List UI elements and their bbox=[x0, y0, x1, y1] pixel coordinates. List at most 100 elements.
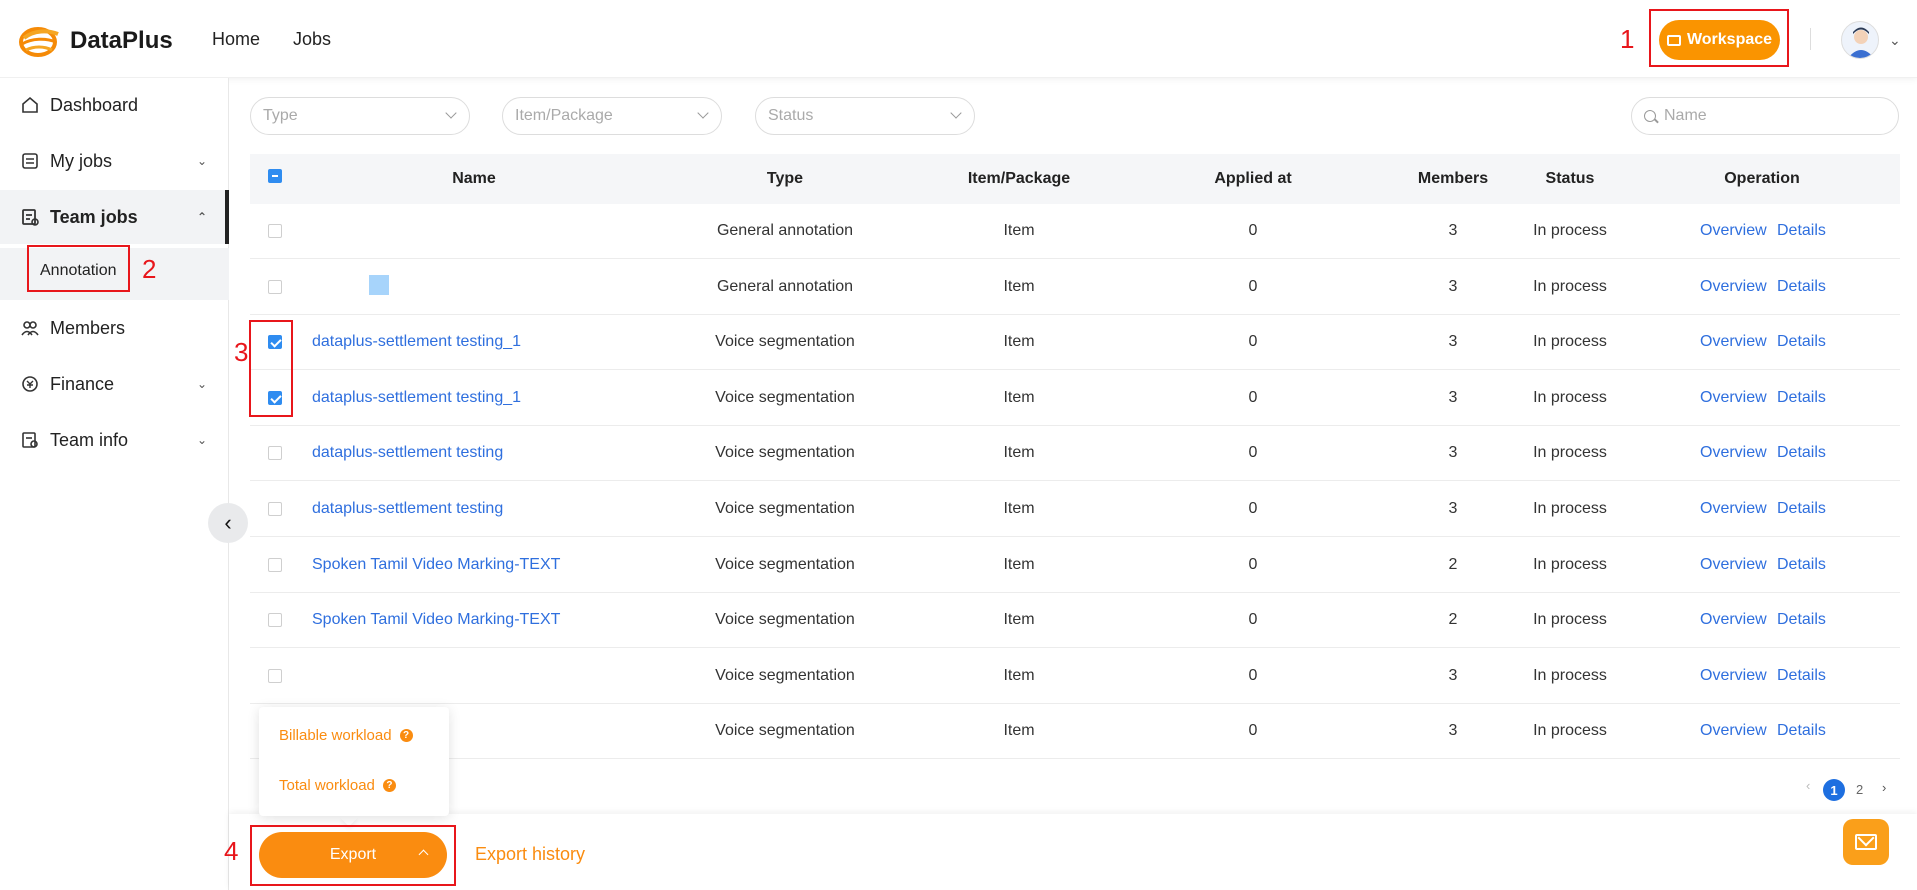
table-header: Name Type Item/Package Applied at Member… bbox=[250, 154, 1900, 204]
row-checkbox[interactable] bbox=[268, 557, 282, 572]
pagination-page-current[interactable]: 1 bbox=[1823, 779, 1845, 801]
sidebar-item-dashboard[interactable]: Dashboard bbox=[0, 78, 229, 132]
details-link[interactable]: Details bbox=[1777, 333, 1826, 351]
cell-type: General annotation bbox=[716, 222, 854, 239]
menu-item-billable-workload[interactable]: Billable workload ? bbox=[279, 727, 413, 744]
chevron-left-icon: ‹ bbox=[224, 510, 232, 535]
pagination-prev[interactable]: ‹ bbox=[1806, 778, 1810, 793]
name-search[interactable] bbox=[1631, 97, 1899, 135]
details-link[interactable]: Details bbox=[1777, 278, 1826, 296]
cell-type: Voice segmentation bbox=[715, 388, 855, 406]
name-search-input[interactable] bbox=[1664, 107, 1884, 125]
cell-type: Voice segmentation bbox=[715, 611, 855, 629]
details-link[interactable]: Details bbox=[1777, 500, 1826, 518]
overview-link[interactable]: Overview bbox=[1700, 722, 1767, 740]
col-status[interactable]: Status bbox=[1546, 170, 1595, 188]
sidebar-item-label: Team jobs bbox=[50, 206, 138, 227]
user-avatar-icon bbox=[1848, 27, 1874, 58]
help-icon[interactable]: ? bbox=[399, 729, 413, 742]
col-item-package[interactable]: Item/Package bbox=[968, 170, 1070, 188]
col-name[interactable]: Name bbox=[452, 170, 496, 188]
menu-item-total-workload[interactable]: Total workload ? bbox=[279, 777, 396, 794]
col-applied-at[interactable]: Applied at bbox=[1214, 170, 1291, 188]
details-link[interactable]: Details bbox=[1777, 722, 1826, 740]
col-members[interactable]: Members bbox=[1418, 170, 1488, 188]
row-checkbox[interactable] bbox=[268, 613, 282, 628]
team-jobs-icon bbox=[22, 209, 39, 226]
overview-link[interactable]: Overview bbox=[1700, 222, 1767, 240]
sidebar-item-my-jobs[interactable]: My jobs ⌄ bbox=[0, 134, 229, 188]
overview-link[interactable]: Overview bbox=[1700, 556, 1767, 574]
brand-logo[interactable]: DataPlus bbox=[18, 24, 173, 58]
row-checkbox[interactable] bbox=[268, 224, 282, 238]
row-checkbox[interactable] bbox=[268, 446, 282, 461]
overview-link[interactable]: Overview bbox=[1700, 278, 1767, 296]
nav-jobs[interactable]: Jobs bbox=[293, 29, 331, 50]
details-link[interactable]: Details bbox=[1777, 444, 1826, 462]
cell-name-link[interactable]: dataplus-settlement testing bbox=[312, 500, 503, 518]
overview-link[interactable]: Overview bbox=[1700, 500, 1767, 518]
details-link[interactable]: Details bbox=[1777, 611, 1826, 629]
cell-item-package: Item bbox=[1003, 388, 1035, 406]
col-type[interactable]: Type bbox=[767, 170, 803, 188]
chevron-down-icon[interactable]: ⌄ bbox=[1889, 32, 1901, 49]
overview-link[interactable]: Overview bbox=[1700, 667, 1767, 685]
cell-name-link[interactable]: dataplus-settlement testing_1 bbox=[312, 333, 521, 351]
cell-status: In process bbox=[1533, 555, 1607, 573]
cell-status: In process bbox=[1533, 722, 1607, 740]
cell-type: Voice segmentation bbox=[715, 444, 855, 462]
overview-link[interactable]: Overview bbox=[1700, 333, 1767, 351]
help-icon[interactable]: ? bbox=[382, 779, 396, 792]
avatar[interactable] bbox=[1841, 21, 1879, 59]
cell-status: In process bbox=[1533, 222, 1607, 239]
cell-name-link[interactable]: dataplus-settlement testing_1 bbox=[312, 389, 521, 407]
cell-name-link[interactable]: Spoken Tamil Video Marking-TEXT bbox=[312, 611, 560, 629]
row-checkbox[interactable] bbox=[268, 279, 282, 294]
cell-item-package: Item bbox=[1003, 222, 1035, 239]
export-history-link[interactable]: Export history bbox=[475, 844, 585, 865]
cell-status: In process bbox=[1533, 611, 1607, 629]
sidebar-item-label: Members bbox=[50, 317, 126, 338]
pagination-next[interactable]: › bbox=[1882, 780, 1886, 795]
cell-name-link[interactable]: dataplus-settlement testing bbox=[312, 444, 503, 462]
overview-link[interactable]: Overview bbox=[1700, 389, 1767, 407]
chevron-up-icon: ⌃ bbox=[197, 210, 208, 224]
cell-applied-at: 0 bbox=[1248, 500, 1258, 517]
pagination-page-2[interactable]: 2 bbox=[1856, 782, 1863, 797]
row-checkbox[interactable] bbox=[268, 502, 282, 516]
details-link[interactable]: Details bbox=[1777, 667, 1826, 685]
type-filter[interactable]: Type bbox=[250, 97, 470, 135]
details-link[interactable]: Details bbox=[1777, 222, 1826, 240]
item-package-filter[interactable]: Item/Package bbox=[502, 97, 722, 135]
cell-status: In process bbox=[1533, 666, 1607, 684]
cell-members: 3 bbox=[1448, 277, 1458, 295]
cell-status: In process bbox=[1533, 333, 1607, 351]
sidebar-item-team-info[interactable]: Team info ⌄ bbox=[0, 413, 229, 467]
nav-home[interactable]: Home bbox=[212, 29, 260, 50]
cell-members: 3 bbox=[1448, 222, 1458, 239]
sidebar-item-finance[interactable]: Finance ⌄ bbox=[0, 357, 229, 411]
sidebar-item-team-jobs[interactable]: Team jobs ⌃ bbox=[0, 190, 229, 244]
type-filter-placeholder: Type bbox=[263, 107, 298, 124]
cell-status: In process bbox=[1533, 444, 1607, 462]
overview-link[interactable]: Overview bbox=[1700, 444, 1767, 462]
cell-item-package: Item bbox=[1003, 722, 1035, 740]
cell-members: 3 bbox=[1448, 722, 1458, 740]
collapse-sidebar-button[interactable]: ‹ bbox=[208, 503, 248, 543]
sidebar-item-members[interactable]: Members bbox=[0, 301, 229, 355]
row-checkbox[interactable] bbox=[268, 668, 282, 683]
overview-link[interactable]: Overview bbox=[1700, 611, 1767, 629]
highlight-box-workspace bbox=[1649, 9, 1789, 67]
table-row: Spoken Tamil Video Marking-TEXT Voice seg… bbox=[250, 593, 1900, 649]
cell-item-package: Item bbox=[1003, 666, 1035, 684]
details-link[interactable]: Details bbox=[1777, 389, 1826, 407]
cell-applied-at: 0 bbox=[1248, 277, 1258, 295]
details-link[interactable]: Details bbox=[1777, 556, 1826, 574]
cell-item-package: Item bbox=[1003, 611, 1035, 629]
cell-name-link[interactable]: Spoken Tamil Video Marking-TEXT bbox=[312, 556, 560, 574]
status-filter[interactable]: Status bbox=[755, 97, 975, 135]
header-divider bbox=[1810, 28, 1811, 50]
select-all-checkbox[interactable] bbox=[268, 169, 282, 183]
message-button[interactable] bbox=[1843, 819, 1889, 865]
cell-members: 3 bbox=[1448, 666, 1458, 684]
